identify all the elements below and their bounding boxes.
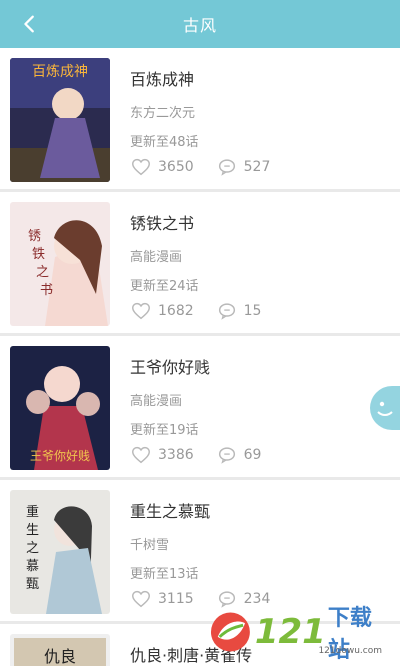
list-item[interactable]: 王爷你好贱 王爷你好贱 高能漫画 更新至19话 3386 69 bbox=[0, 336, 400, 480]
svg-text:之: 之 bbox=[36, 265, 49, 280]
comic-title[interactable]: 锈铁之书 bbox=[130, 210, 390, 234]
comic-update: 更新至48话 bbox=[130, 135, 199, 150]
comic-cover[interactable]: 锈 铁 之 书 bbox=[10, 202, 110, 326]
comic-meta: 百炼成神 东方二次元 更新至48话 3650 527 bbox=[130, 60, 390, 179]
list-item[interactable]: 百炼成神 百炼成神 东方二次元 更新至48话 3650 527 bbox=[0, 48, 400, 192]
like-count: 3386 bbox=[158, 447, 194, 463]
comic-cover[interactable]: 百炼成神 bbox=[10, 58, 110, 182]
comment-stat[interactable]: 69 bbox=[216, 444, 262, 466]
svg-text:仇良: 仇良 bbox=[44, 647, 76, 666]
comic-update: 更新至13话 bbox=[130, 567, 199, 582]
comic-title[interactable]: 王爷你好贱 bbox=[130, 354, 390, 378]
svg-text:重: 重 bbox=[26, 504, 39, 520]
svg-text:之: 之 bbox=[26, 541, 39, 556]
heart-icon bbox=[132, 158, 150, 176]
comic-author: 高能漫画 bbox=[130, 394, 183, 409]
comic-meta: 王爷你好贱 高能漫画 更新至19话 3386 69 bbox=[130, 348, 390, 467]
comic-author: 高能漫画 bbox=[130, 250, 183, 265]
like-stat[interactable]: 3115 bbox=[130, 588, 194, 610]
comment-stat[interactable]: 527 bbox=[216, 156, 271, 178]
comic-meta: 重生之慕甄 千树雪 更新至13话 3115 234 bbox=[130, 492, 390, 611]
svg-text:慕: 慕 bbox=[26, 559, 39, 574]
comment-icon bbox=[218, 303, 235, 320]
like-count: 3115 bbox=[158, 591, 194, 607]
heart-icon bbox=[132, 590, 150, 608]
like-stat[interactable]: 3386 bbox=[130, 444, 194, 466]
comic-update: 更新至24话 bbox=[130, 279, 199, 294]
comment-stat[interactable]: 15 bbox=[216, 300, 262, 322]
leaf-logo-icon bbox=[210, 612, 250, 652]
comic-stats: 3650 527 bbox=[130, 156, 292, 178]
list-item[interactable]: 锈 铁 之 书 锈铁之书 高能漫画 更新至24话 1682 15 bbox=[0, 192, 400, 336]
svg-text:铁: 铁 bbox=[32, 247, 45, 262]
svg-text:锈: 锈 bbox=[28, 229, 41, 244]
heart-icon bbox=[132, 446, 150, 464]
comic-cover[interactable]: 王爷你好贱 bbox=[10, 346, 110, 470]
comic-meta: 锈铁之书 高能漫画 更新至24话 1682 15 bbox=[130, 204, 390, 323]
comment-count: 69 bbox=[243, 447, 262, 463]
svg-text:百炼成神: 百炼成神 bbox=[32, 64, 88, 80]
like-stat[interactable]: 3650 bbox=[130, 156, 194, 178]
like-stat[interactable]: 1682 bbox=[130, 300, 194, 322]
svg-text:生: 生 bbox=[26, 523, 39, 538]
comment-icon bbox=[218, 447, 235, 464]
svg-text:书: 书 bbox=[40, 283, 53, 298]
comic-author: 千树雪 bbox=[130, 538, 170, 553]
comic-cover[interactable]: 仇良 bbox=[10, 634, 110, 666]
floating-assistant-button[interactable] bbox=[370, 386, 400, 430]
comic-title[interactable]: 重生之慕甄 bbox=[130, 498, 390, 522]
comment-icon bbox=[218, 159, 235, 176]
comic-title[interactable]: 百炼成神 bbox=[130, 66, 390, 90]
comic-stats: 3386 69 bbox=[130, 444, 283, 466]
comic-update: 更新至19话 bbox=[130, 423, 199, 438]
comment-count: 527 bbox=[243, 159, 271, 175]
page-title: 古风 bbox=[182, 16, 217, 35]
heart-icon bbox=[132, 302, 150, 320]
like-count: 3650 bbox=[158, 159, 194, 175]
like-count: 1682 bbox=[158, 303, 194, 319]
comic-cover[interactable]: 重 生 之 慕 甄 bbox=[10, 490, 110, 614]
svg-text:甄: 甄 bbox=[26, 577, 39, 592]
comic-stats: 1682 15 bbox=[130, 300, 283, 322]
chevron-left-icon bbox=[24, 15, 34, 33]
top-bar: 古风 bbox=[0, 0, 400, 48]
svg-text:王爷你好贱: 王爷你好贱 bbox=[30, 449, 90, 463]
back-button[interactable] bbox=[18, 12, 42, 36]
chat-bubble-icon bbox=[377, 401, 393, 416]
watermark-logo: 121 下载站 121dowu.com bbox=[210, 606, 390, 663]
watermark-number: 121 bbox=[254, 612, 326, 652]
comment-count: 15 bbox=[243, 303, 262, 319]
comic-list: 百炼成神 百炼成神 东方二次元 更新至48话 3650 527 锈 铁 之 书 … bbox=[0, 48, 400, 666]
watermark-url: 121dowu.com bbox=[318, 646, 382, 656]
comic-author: 东方二次元 bbox=[130, 106, 196, 121]
